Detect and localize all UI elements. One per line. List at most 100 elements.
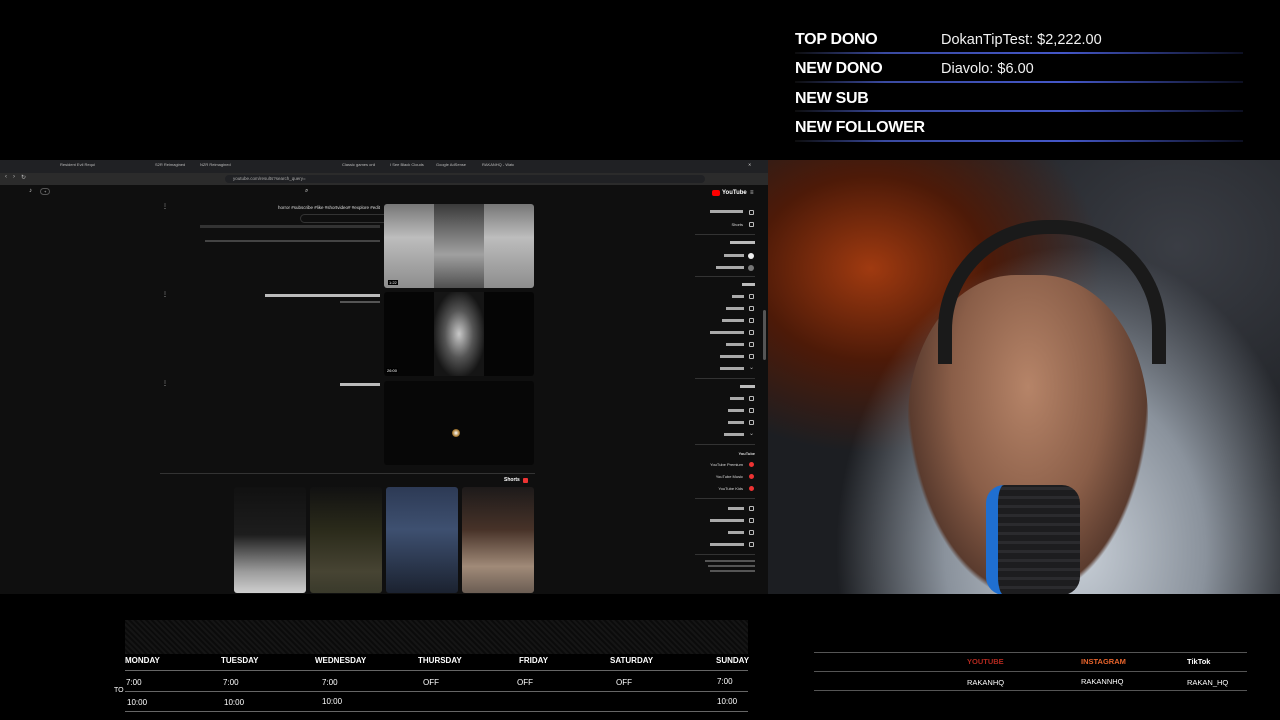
short-thumbnail[interactable] bbox=[234, 487, 306, 593]
menu-icon[interactable]: ≡ bbox=[750, 190, 754, 196]
sidebar-item[interactable] bbox=[726, 307, 744, 310]
footer-links[interactable] bbox=[710, 570, 755, 572]
show-more-item[interactable] bbox=[724, 433, 744, 436]
help-icon[interactable] bbox=[749, 530, 754, 535]
shorts-icon bbox=[522, 477, 528, 483]
report-icon[interactable] bbox=[749, 518, 754, 523]
subscriptions-heading[interactable] bbox=[730, 241, 755, 244]
browser-tab[interactable]: Resident Evil Requi bbox=[60, 162, 95, 172]
video-thumbnail[interactable]: 1:22 bbox=[384, 204, 534, 288]
alert-divider bbox=[795, 81, 1243, 83]
sidebar-item[interactable] bbox=[728, 409, 744, 412]
channel-avatar[interactable] bbox=[748, 265, 754, 271]
watch-later-icon[interactable] bbox=[749, 342, 754, 347]
search-icon[interactable]: ⌕ bbox=[305, 188, 308, 195]
youtube-header: ⌕ ♪ + bbox=[0, 185, 768, 223]
history-icon[interactable] bbox=[749, 294, 754, 299]
chevron-down-icon[interactable]: ⌄ bbox=[749, 364, 754, 371]
sidebar-item[interactable] bbox=[710, 519, 744, 522]
video-title[interactable] bbox=[265, 294, 380, 297]
bell-icon[interactable]: ♪ bbox=[29, 188, 32, 194]
short-thumbnail[interactable] bbox=[462, 487, 534, 593]
settings-icon[interactable] bbox=[749, 506, 754, 511]
courses-icon[interactable] bbox=[749, 330, 754, 335]
sidebar-item[interactable] bbox=[728, 531, 744, 534]
browser-tab[interactable]: RAKANHQ - Watc bbox=[482, 162, 514, 172]
alert-new-sub: NEW SUB bbox=[795, 90, 1245, 118]
home-icon[interactable] bbox=[749, 210, 754, 215]
browser-tab[interactable]: NZR Reimagined bbox=[200, 162, 231, 172]
create-button[interactable]: + bbox=[40, 188, 51, 195]
schedule-end: 10:00 bbox=[224, 698, 245, 707]
schedule-divider bbox=[125, 691, 748, 692]
browser-tab[interactable]: Google AdSense bbox=[436, 162, 466, 172]
sidebar-item[interactable] bbox=[726, 343, 744, 346]
live-icon[interactable] bbox=[749, 408, 754, 413]
video-duration: 26:00 bbox=[386, 368, 399, 373]
youtube-label: YOUTUBE bbox=[967, 657, 1004, 666]
more-options-icon[interactable]: ⋮ bbox=[162, 291, 168, 298]
sidebar-item[interactable] bbox=[710, 331, 744, 334]
tiktok-label: TikTok bbox=[1187, 657, 1211, 666]
schedule-day: WEDNESDAY bbox=[315, 656, 367, 665]
sidebar-item[interactable] bbox=[730, 397, 744, 400]
headphones-image bbox=[938, 220, 1166, 364]
video-thumbnail[interactable]: 26:00 bbox=[384, 292, 534, 376]
browser-tab[interactable]: S2R Reimagined bbox=[155, 162, 185, 172]
url-field[interactable]: youtube.com/results?search_query= bbox=[225, 175, 705, 183]
browser-tab[interactable]: I See Black Clouds bbox=[390, 162, 424, 172]
sidebar-item[interactable] bbox=[710, 543, 744, 546]
forward-icon[interactable]: › bbox=[13, 174, 15, 180]
you-heading[interactable] bbox=[742, 283, 755, 286]
youtube-kids-icon bbox=[749, 486, 754, 491]
sidebar-item-premium[interactable]: YouTube Premium bbox=[695, 462, 743, 467]
short-thumbnail[interactable] bbox=[386, 487, 458, 593]
more-options-icon[interactable]: ⋮ bbox=[162, 203, 168, 210]
more-options-icon[interactable]: ⋮ bbox=[162, 380, 168, 387]
back-icon[interactable]: ‹ bbox=[5, 174, 7, 180]
sidebar-item-kids[interactable]: YouTube Kids bbox=[695, 486, 743, 491]
sidebar-item[interactable] bbox=[728, 507, 744, 510]
sidebar-item[interactable] bbox=[722, 319, 744, 322]
sidebar-item[interactable] bbox=[728, 421, 744, 424]
channel-avatar[interactable] bbox=[748, 253, 754, 259]
trending-icon[interactable] bbox=[749, 396, 754, 401]
show-more-item[interactable] bbox=[720, 367, 744, 370]
gaming-icon[interactable] bbox=[749, 420, 754, 425]
reload-icon[interactable]: ↻ bbox=[21, 174, 26, 181]
video-thumbnail[interactable] bbox=[384, 381, 534, 465]
instagram-label: INSTAGRAM bbox=[1081, 657, 1126, 666]
youtube-sidebar: Shorts ⌄ ⌄ YouTube YouTube Premium YouTu… bbox=[690, 205, 760, 594]
sidebar-item-shorts[interactable]: Shorts bbox=[720, 222, 743, 227]
footer-links[interactable] bbox=[708, 565, 755, 567]
your-videos-icon[interactable] bbox=[749, 318, 754, 323]
close-window-icon[interactable]: ✕ bbox=[748, 162, 751, 172]
alert-value: Diavolo: $6.00 bbox=[941, 61, 1034, 77]
sidebar-channel[interactable] bbox=[724, 254, 744, 257]
youtube-play-icon bbox=[712, 190, 720, 196]
footer-links[interactable] bbox=[705, 560, 755, 562]
schedule-day: THURSDAY bbox=[418, 656, 462, 665]
playlist-icon[interactable] bbox=[749, 306, 754, 311]
video-description bbox=[205, 240, 380, 242]
chevron-down-icon[interactable]: ⌄ bbox=[749, 430, 754, 437]
alert-divider bbox=[795, 52, 1243, 54]
schedule-day: MONDAY bbox=[125, 656, 160, 665]
schedule-start: 7:00 bbox=[322, 678, 338, 687]
sidebar-item-music[interactable]: YouTube Music bbox=[695, 474, 743, 479]
schedule-to-label: TO bbox=[114, 687, 124, 694]
browser-tab[interactable]: Classic games onli bbox=[342, 162, 375, 172]
shorts-nav-icon[interactable] bbox=[749, 222, 754, 227]
short-thumbnail[interactable] bbox=[310, 487, 382, 593]
liked-videos-icon[interactable] bbox=[749, 354, 754, 359]
sidebar-item[interactable] bbox=[720, 355, 744, 358]
video-title[interactable] bbox=[340, 383, 380, 386]
scrollbar-thumb[interactable] bbox=[763, 310, 766, 360]
sidebar-item[interactable] bbox=[732, 295, 744, 298]
feedback-icon[interactable] bbox=[749, 542, 754, 547]
sidebar-channel[interactable] bbox=[716, 266, 744, 269]
sidebar-item-home[interactable] bbox=[710, 210, 743, 213]
video-title[interactable]: horror #subscribe #like #shortvideo# #ex… bbox=[195, 204, 380, 211]
shorts-header: Shorts bbox=[504, 477, 528, 483]
youtube-logo[interactable]: YouTube bbox=[712, 190, 747, 196]
